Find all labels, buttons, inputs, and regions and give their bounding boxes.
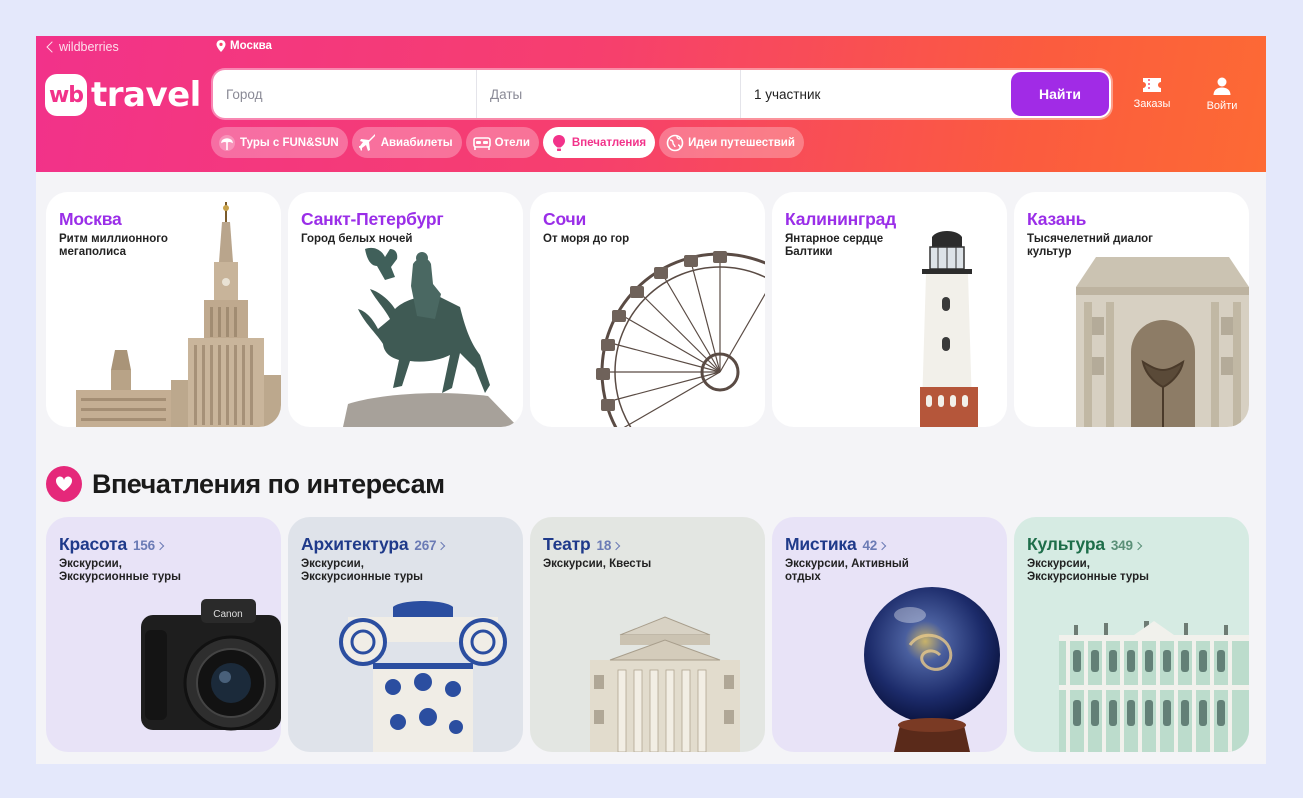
interest-name: Красота	[59, 534, 127, 554]
interest-title: Мистика 42	[785, 534, 887, 555]
interest-title: Архитектура 267	[301, 534, 446, 555]
bolshoi-theatre-image	[590, 616, 740, 752]
city-card-kaliningrad[interactable]: Калининград Янтарное сердце Балтики	[772, 192, 1007, 427]
interest-card-architecture[interactable]: Архитектура 267 Экскурсии, Экскурсионные…	[288, 517, 523, 752]
ticket-icon	[1143, 78, 1161, 92]
city-title: Калининград	[785, 209, 897, 229]
plane-icon	[358, 133, 377, 152]
interest-card-beauty[interactable]: Красота 156 Экскурсии, Экскурсионные тур…	[46, 517, 281, 752]
category-nav: Туры с FUN&SUN Авиабилеты Отели Впечатле…	[211, 127, 804, 158]
location-label: Москва	[230, 40, 272, 52]
dates-field[interactable]	[477, 70, 741, 118]
back-link-label: wildberries	[59, 40, 119, 54]
interest-name: Мистика	[785, 534, 857, 554]
camera-image: Canon	[141, 599, 281, 731]
lighthouse-image	[920, 231, 978, 427]
city-card-kazan[interactable]: Казань Тысячелетний диалог культур	[1014, 192, 1249, 427]
logo-word: travel	[91, 75, 201, 115]
participants-value: 1 участник	[754, 86, 821, 102]
city-subtitle: От моря до гор	[543, 233, 630, 245]
location-pin-icon	[216, 40, 226, 52]
nav-tab-flights[interactable]: Авиабилеты	[351, 127, 462, 158]
city-card-moscow[interactable]: Москва Ритм миллионного мегаполиса	[46, 192, 281, 427]
chevron-right-icon	[877, 541, 887, 551]
nav-tab-tours[interactable]: Туры с FUN&SUN	[211, 127, 348, 158]
interest-name: Архитектура	[301, 534, 409, 554]
interest-title: Театр 18	[543, 534, 621, 555]
interest-title: Красота 156	[59, 534, 165, 555]
interest-subtitle: Экскурсии, Активный отдых	[785, 558, 909, 583]
bed-icon	[472, 134, 491, 152]
participants-field[interactable]: 1 участник	[741, 70, 1011, 118]
interest-card-theatre[interactable]: Театр 18 Экскурсии, Квесты	[530, 517, 765, 752]
interest-card-culture[interactable]: Культура 349 Экскурсии, Экскурсионные ту…	[1014, 517, 1249, 752]
ionic-column-image	[339, 601, 507, 752]
bronze-horseman-image	[343, 247, 518, 427]
city-card-saint-petersburg[interactable]: Санкт-Петербург Город белых ночей	[288, 192, 523, 427]
login-label: Войти	[1206, 100, 1238, 112]
city-subtitle: Тысячелетний диалог культур	[1027, 233, 1153, 258]
nav-tab-label: Впечатления	[571, 136, 647, 149]
interest-title: Культура 349	[1027, 534, 1143, 555]
interest-card-mystic[interactable]: Мистика 42 Экскурсии, Активный отдых	[772, 517, 1007, 752]
login-button[interactable]: Войти	[1192, 76, 1252, 112]
interest-subtitle: Экскурсии, Экскурсионные туры	[1027, 558, 1150, 583]
city-card-sochi[interactable]: Сочи От моря до гор	[530, 192, 765, 427]
interest-count: 267	[414, 538, 446, 553]
location-selector[interactable]: Москва	[216, 40, 272, 52]
section-title: Впечатления по интересам	[92, 468, 445, 499]
find-button[interactable]: Найти	[1011, 72, 1109, 116]
city-subtitle: Янтарное сердце Балтики	[785, 233, 884, 258]
chevron-right-icon	[155, 541, 165, 551]
city-title: Санкт-Петербург	[301, 209, 444, 229]
interest-count: 349	[1111, 538, 1143, 553]
city-field[interactable]	[213, 70, 477, 118]
interest-subtitle: Экскурсии, Экскурсионные туры	[59, 558, 182, 583]
city-cards: Москва Ритм миллионного мегаполиса Санкт…	[46, 192, 1249, 427]
moscow-university-image	[76, 202, 281, 427]
chevron-right-icon	[437, 541, 446, 551]
nav-tab-label: Идеи путешествий	[688, 136, 795, 149]
nav-tab-label: Туры с FUN&SUN	[240, 136, 339, 149]
nav-tab-hotels[interactable]: Отели	[465, 127, 539, 158]
orders-button[interactable]: Заказы	[1122, 76, 1182, 110]
user-icon	[1213, 77, 1231, 95]
logo[interactable]: wb travel	[45, 74, 201, 116]
interest-name: Театр	[543, 534, 591, 554]
globe-icon	[666, 134, 684, 152]
section-header: Впечатления по интересам	[46, 466, 445, 502]
chevron-right-icon	[611, 541, 621, 551]
nav-tab-label: Отели	[494, 136, 530, 149]
nav-tab-label: Авиабилеты	[380, 136, 453, 149]
nav-tab-ideas[interactable]: Идеи путешествий	[659, 127, 804, 158]
svg-text:Canon: Canon	[213, 609, 242, 620]
heart-icon	[46, 466, 82, 502]
orders-label: Заказы	[1133, 98, 1171, 110]
interest-subtitle: Экскурсии, Квесты	[543, 558, 652, 570]
dates-input[interactable]	[490, 86, 740, 102]
interest-subtitle: Экскурсии, Экскурсионные туры	[301, 558, 424, 583]
balloon-icon	[550, 134, 568, 152]
city-title: Сочи	[543, 209, 587, 229]
city-title: Казань	[1027, 209, 1087, 229]
header: wildberries Москва wb travel 1 участник …	[36, 36, 1266, 172]
nav-tab-experiences[interactable]: Впечатления	[542, 127, 656, 158]
chevron-right-icon	[1133, 541, 1143, 551]
page: wildberries Москва wb travel 1 участник …	[36, 36, 1266, 764]
winter-palace-image	[1059, 621, 1249, 752]
interest-count: 18	[597, 538, 621, 553]
interest-count: 156	[133, 538, 165, 553]
interest-name: Культура	[1027, 534, 1105, 554]
interest-cards: Красота 156 Экскурсии, Экскурсионные тур…	[46, 517, 1249, 752]
palm-icon	[218, 134, 236, 152]
crystal-ball-image	[864, 587, 1000, 752]
logo-badge: wb	[45, 74, 87, 116]
search-bar: 1 участник Найти	[213, 70, 1111, 118]
chevron-left-icon	[46, 41, 58, 53]
interest-count: 42	[863, 538, 887, 553]
back-to-wildberries-link[interactable]: wildberries	[46, 39, 119, 55]
kazan-arch-image	[1076, 257, 1249, 427]
city-input[interactable]	[226, 86, 476, 102]
ferris-wheel-image	[596, 251, 765, 427]
